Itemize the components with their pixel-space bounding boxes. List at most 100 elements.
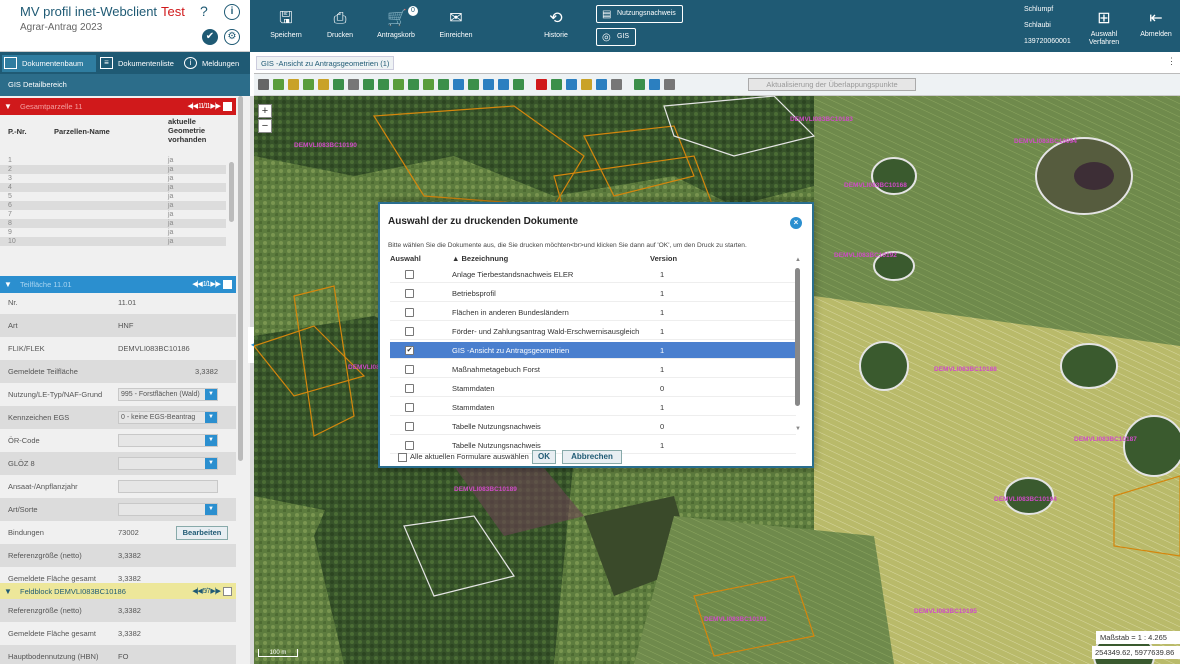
gis-button[interactable]: ◎ GIS [596,28,637,46]
row-checkbox[interactable] [405,441,414,450]
gis-tool-icon[interactable] [468,79,479,90]
table-row[interactable]: 2 ja [0,165,226,174]
dropdown-icon[interactable]: ▼ [205,504,217,515]
settings-icon[interactable]: ⚙ [224,29,240,45]
gis-tool-icon[interactable] [348,79,359,90]
history-button[interactable]: ⟲ Historie [536,0,576,52]
col-select[interactable]: Auswahl [390,254,421,263]
dropdown-icon[interactable]: ▼ [205,389,217,400]
collapse-icon[interactable]: ▼ [4,583,12,600]
gis-tool-icon[interactable] [453,79,464,90]
gis-tool-icon[interactable] [333,79,344,90]
print-button[interactable]: ⎙ Drucken [318,0,362,52]
dialog-scrollbar[interactable] [795,268,800,406]
tab-messages[interactable]: i Meldungen [182,55,248,72]
document-row[interactable]: Stammdaten 0 [390,380,796,397]
tab-gis-view[interactable]: GIS -Ansicht zu Antragsgeometrien (1) [256,56,395,70]
record-nav[interactable]: ◀|◀ 5/7 ▶|▶ [192,583,232,600]
record-nav[interactable]: ◀|◀ 11/11 ▶|▶ [187,98,232,115]
gis-tool-icon[interactable] [581,79,592,90]
row-checkbox[interactable] [405,403,414,412]
nutzung-select[interactable]: 995 - Forstflächen (Wald) ▼ [118,388,218,401]
gis-tool-icon[interactable] [258,79,269,90]
document-row[interactable]: Maßnahmetagebuch Forst 1 [390,361,796,378]
table-row[interactable]: 1 ja [0,156,226,165]
info-icon[interactable]: i [224,4,240,20]
gis-tool-icon[interactable] [363,79,374,90]
oer-select[interactable]: ▼ [118,434,218,447]
document-row[interactable]: Flächen in anderen Bundesländern 1 [390,304,796,321]
table-row[interactable]: 5 ja [0,192,226,201]
document-row[interactable]: ✔ GIS -Ansicht zu Antragsgeometrien 1 [390,342,796,359]
dropdown-icon[interactable]: ▼ [205,458,217,469]
row-checkbox[interactable] [405,289,414,298]
row-checkbox[interactable] [405,384,414,393]
dropdown-icon[interactable]: ▼ [205,435,217,446]
gis-tool-icon[interactable] [288,79,299,90]
select-procedure-button[interactable]: ⊞ Auswahl Verfahren [1084,0,1124,52]
collapse-icon[interactable]: ▼ [4,98,12,115]
nutzungsnachweis-button[interactable]: ▤ Nutzungsnachweis [596,5,683,23]
gis-tool-icon[interactable] [664,79,675,90]
scroll-down-icon[interactable]: ▼ [795,426,801,432]
edit-button[interactable]: Bearbeiten [176,526,228,540]
row-checkbox[interactable] [405,308,414,317]
tab-doc-tree[interactable]: Dokumentenbaum [2,55,96,72]
ok-button[interactable]: OK [532,450,556,464]
select-all[interactable]: Alle aktuellen Formulare auswählen [398,452,529,462]
section-checkbox[interactable] [223,279,232,289]
gis-tool-icon[interactable] [596,79,607,90]
parcel-scrollbar[interactable] [229,162,234,222]
table-row[interactable]: 7 ja [0,210,226,219]
gis-tool-icon[interactable] [393,79,404,90]
gis-tool-icon[interactable] [318,79,329,90]
save-button[interactable]: 🖫 Speichern [264,0,308,52]
section-checkbox[interactable] [223,586,232,596]
ansaat-input[interactable] [118,480,218,493]
row-checkbox[interactable] [405,327,414,336]
zoom-in-button[interactable]: + [258,104,272,118]
gesamtparzelle-header[interactable]: ▼ Gesamtparzelle 11 ◀|◀ 11/11 ▶|▶ [0,98,236,115]
document-row[interactable]: Betriebsprofil 1 [390,285,796,302]
section-checkbox[interactable] [223,101,232,111]
gis-tool-icon[interactable] [498,79,509,90]
more-icon[interactable]: ⋮ [1167,56,1176,67]
feldblock-header[interactable]: ▼ Feldblock DEMVLI083BC10186 ◀|◀ 5/7 ▶|▶ [0,583,236,600]
table-row[interactable]: 10 ja [0,237,226,246]
row-checkbox[interactable] [405,422,414,431]
document-row[interactable]: Tabelle Nutzungsnachweis 0 [390,418,796,435]
gis-tool-icon[interactable] [513,79,524,90]
document-row[interactable]: Stammdaten 1 [390,399,796,416]
zoom-out-button[interactable]: − [258,119,272,133]
kennzeichen-select[interactable]: 0 - keine EGS-Beantrag ▼ [118,411,218,424]
scroll-up-icon[interactable]: ▲ [795,257,801,263]
gis-tool-icon[interactable] [649,79,660,90]
overlap-update-button[interactable]: Aktualisierung der Überlappungspunkte [748,78,916,91]
cancel-button[interactable]: Abbrechen [562,450,622,464]
gis-tool-icon[interactable] [611,79,622,90]
col-name[interactable]: ▲ Bezeichnung [452,254,508,263]
logout-button[interactable]: ⇤ Abmelden [1134,0,1178,52]
panel-scrollbar[interactable] [238,96,243,461]
select-all-checkbox[interactable] [398,452,407,462]
gis-tool-icon[interactable] [551,79,562,90]
gis-tool-icon[interactable] [378,79,389,90]
gis-tool-icon[interactable] [438,79,449,90]
gis-tool-icon[interactable] [536,79,547,90]
artsorte-select[interactable]: ▼ [118,503,218,516]
submit-button[interactable]: ✉ Einreichen [430,0,482,52]
gloez-select[interactable]: ▼ [118,457,218,470]
row-checkbox[interactable]: ✔ [405,346,414,355]
gis-tool-icon[interactable] [423,79,434,90]
table-row[interactable]: 8 ja [0,219,226,228]
col-version[interactable]: Version [650,254,677,263]
row-checkbox[interactable] [405,270,414,279]
gis-tool-icon[interactable] [303,79,314,90]
cart-button[interactable]: 🛒 Antragskorb 0 [370,0,422,52]
tab-doc-list[interactable]: ≡ Dokumentenliste [98,55,178,72]
help-icon[interactable]: ? [200,3,208,19]
close-icon[interactable]: × [790,217,802,229]
gis-tool-icon[interactable] [273,79,284,90]
gis-tool-icon[interactable] [566,79,577,90]
check-icon[interactable]: ✔ [202,29,218,45]
